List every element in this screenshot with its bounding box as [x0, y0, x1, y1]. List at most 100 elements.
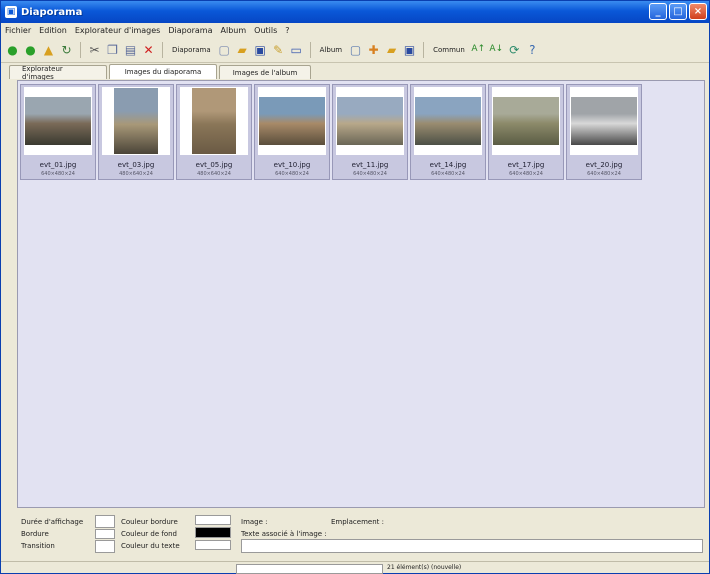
- thumbnail-dimensions: 640×480×24: [41, 171, 75, 177]
- thumbnail-panel[interactable]: evt_01.jpg 640×480×24 evt_03.jpg 480×640×24…: [17, 80, 705, 508]
- thumbnail-item[interactable]: evt_10.jpg 640×480×24: [254, 84, 330, 180]
- sort-asc-icon[interactable]: A↑: [471, 42, 486, 57]
- menu-explorateur[interactable]: Explorateur d'images: [75, 26, 161, 35]
- thumbnail-item[interactable]: evt_17.jpg 640×480×24: [488, 84, 564, 180]
- transition-field[interactable]: [95, 540, 115, 553]
- close-icon: ×: [693, 6, 703, 17]
- minimize-button[interactable]: _: [649, 3, 667, 20]
- photo-image: [192, 88, 236, 154]
- menu-outils[interactable]: Outils: [254, 26, 277, 35]
- duree-field[interactable]: [95, 515, 115, 528]
- thumbnail-filename: evt_10.jpg: [273, 161, 311, 169]
- thumbnail-dimensions: 640×480×24: [353, 171, 387, 177]
- rotate-icon[interactable]: ⟳: [507, 42, 522, 57]
- app-window: ▣ Diaporama _ □ × Fichier Edition Explor…: [0, 0, 710, 574]
- menu-edition[interactable]: Edition: [39, 26, 67, 35]
- minimize-icon: _: [655, 6, 661, 17]
- thumbnail-item[interactable]: evt_14.jpg 640×480×24: [410, 84, 486, 180]
- couleur-texte-label: Couleur du texte: [121, 542, 180, 550]
- back-icon[interactable]: ●: [5, 42, 20, 57]
- album-add-icon[interactable]: ✚: [366, 42, 381, 57]
- toolbar-separator: [162, 41, 163, 58]
- thumbnail-filename: evt_17.jpg: [507, 161, 545, 169]
- thumbnail-frame: [258, 87, 326, 155]
- texte-associe-input[interactable]: [241, 539, 703, 553]
- save-icon[interactable]: ▣: [253, 42, 268, 57]
- new-icon[interactable]: ▢: [217, 42, 232, 57]
- menu-diaporama[interactable]: Diaporama: [168, 26, 212, 35]
- thumbnail-frame: [492, 87, 560, 155]
- window-title: Diaporama: [21, 6, 83, 18]
- open-icon[interactable]: ▰: [235, 42, 250, 57]
- album-open-icon[interactable]: ▰: [384, 42, 399, 57]
- thumbnail-filename: evt_20.jpg: [585, 161, 623, 169]
- couleur-texte-swatch[interactable]: [195, 540, 231, 550]
- photo-image: [571, 97, 637, 145]
- couleur-bordure-swatch[interactable]: [195, 515, 231, 525]
- refresh-icon[interactable]: ↻: [59, 42, 74, 57]
- status-progress-field: [236, 564, 383, 574]
- properties-panel: Durée d'affichage Bordure Transition Cou…: [1, 509, 709, 559]
- menu-fichier[interactable]: Fichier: [5, 26, 31, 35]
- thumbnail-item[interactable]: evt_11.jpg 640×480×24: [332, 84, 408, 180]
- status-bar: 21 élément(s) (nouvelle): [1, 561, 709, 574]
- thumbnail-filename: evt_01.jpg: [39, 161, 77, 169]
- thumbnail-item[interactable]: evt_01.jpg 640×480×24: [20, 84, 96, 180]
- bordure-field[interactable]: [95, 529, 115, 539]
- toolbar-separator: [423, 41, 425, 58]
- album-save-icon[interactable]: ▣: [402, 42, 417, 57]
- thumbnail-filename: evt_03.jpg: [117, 161, 155, 169]
- thumbnail-filename: evt_11.jpg: [351, 161, 389, 169]
- emplacement-label: Emplacement :: [331, 518, 384, 526]
- view-icon[interactable]: ▭: [289, 42, 304, 57]
- thumbnail-dimensions: 480×640×24: [197, 171, 231, 177]
- tab-bar: Explorateur d'images Images du diaporama…: [9, 64, 311, 81]
- app-icon: ▣: [5, 6, 17, 18]
- photo-image: [415, 97, 481, 145]
- image-label: Image :: [241, 518, 268, 526]
- thumbnail-item[interactable]: evt_05.jpg 480×640×24: [176, 84, 252, 180]
- transition-label: Transition: [21, 542, 55, 550]
- properties-icon[interactable]: ✎: [271, 42, 286, 57]
- paste-icon[interactable]: ▤: [123, 42, 138, 57]
- forward-icon[interactable]: ●: [23, 42, 38, 57]
- toolbar-separator: [309, 41, 311, 58]
- diaporama-label: Diaporama: [172, 45, 211, 54]
- couleur-fond-label: Couleur de fond: [121, 530, 177, 538]
- help-icon[interactable]: ?: [525, 42, 540, 57]
- menu-bar: Fichier Edition Explorateur d'images Dia…: [1, 23, 709, 37]
- thumbnail-dimensions: 640×480×24: [431, 171, 465, 177]
- thumbnail-frame: [336, 87, 404, 155]
- status-text: 21 élément(s) (nouvelle): [387, 564, 462, 571]
- thumbnail-item[interactable]: evt_20.jpg 640×480×24: [566, 84, 642, 180]
- thumbnail-frame: [414, 87, 482, 155]
- menu-album[interactable]: Album: [221, 26, 247, 35]
- thumbnail-filename: evt_05.jpg: [195, 161, 233, 169]
- cut-icon[interactable]: ✂: [87, 42, 102, 57]
- album-new-icon[interactable]: ▢: [348, 42, 363, 57]
- toolbar-separator: [80, 41, 81, 58]
- title-bar[interactable]: ▣ Diaporama _ □ ×: [1, 1, 709, 23]
- maximize-button[interactable]: □: [669, 3, 687, 20]
- album-label: Album: [319, 45, 343, 54]
- tab-images-diaporama[interactable]: Images du diaporama: [109, 64, 217, 79]
- couleur-fond-swatch[interactable]: [195, 527, 231, 538]
- copy-icon[interactable]: ❐: [105, 42, 120, 57]
- tab-images-album[interactable]: Images de l'album: [219, 65, 311, 79]
- maximize-icon: □: [673, 6, 683, 17]
- menu-help[interactable]: ?: [285, 26, 289, 35]
- thumbnail-item[interactable]: evt_03.jpg 480×640×24: [98, 84, 174, 180]
- up-icon[interactable]: ▲: [41, 42, 56, 57]
- delete-icon[interactable]: ✕: [141, 42, 156, 57]
- toolbar: ● ● ▲ ↻ ✂ ❐ ▤ ✕ Diaporama ▢ ▰ ▣ ✎ ▭ Albu…: [1, 37, 709, 63]
- thumbnail-dimensions: 480×640×24: [119, 171, 153, 177]
- sort-desc-icon[interactable]: A↓: [489, 42, 504, 57]
- couleur-bordure-label: Couleur bordure: [121, 518, 178, 526]
- thumbnail-frame: [180, 87, 248, 155]
- duree-label: Durée d'affichage: [21, 518, 84, 526]
- close-button[interactable]: ×: [689, 3, 707, 20]
- photo-image: [25, 97, 91, 145]
- thumbnail-frame: [24, 87, 92, 155]
- bordure-label: Bordure: [21, 530, 49, 538]
- tab-explorateur[interactable]: Explorateur d'images: [9, 65, 107, 81]
